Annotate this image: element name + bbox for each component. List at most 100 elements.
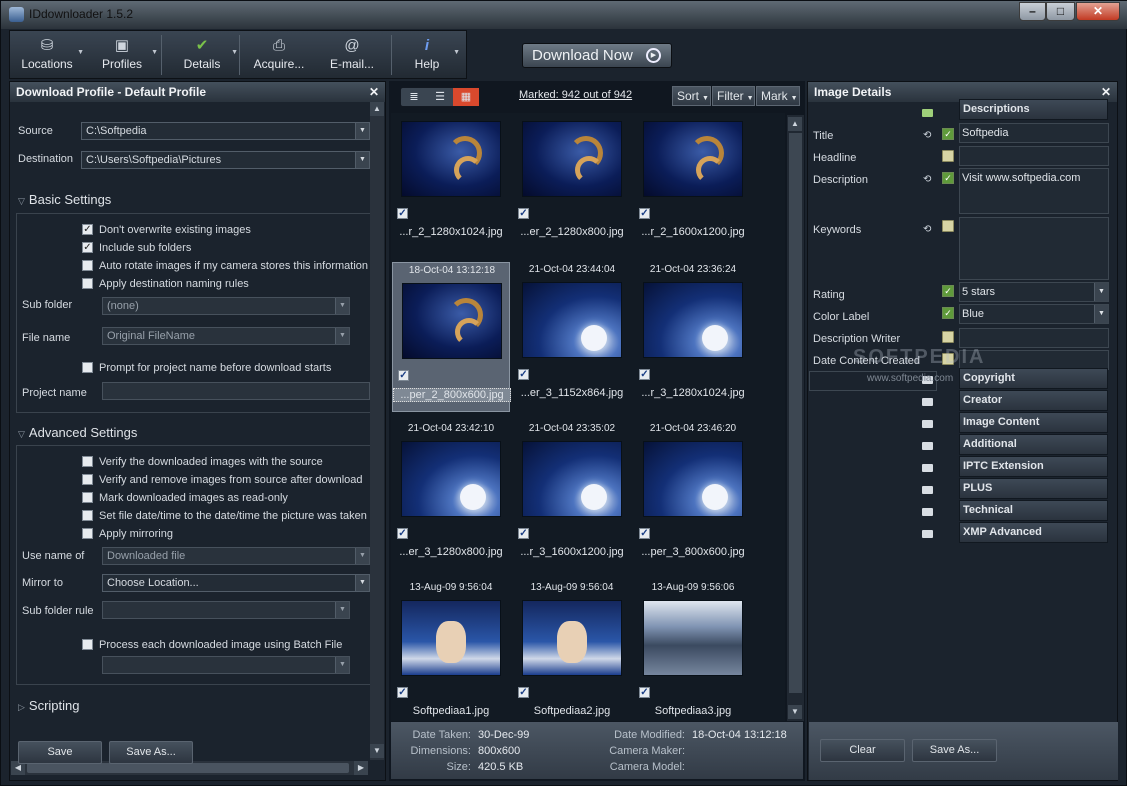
detail-field-input[interactable]: [959, 328, 1109, 348]
close-icon[interactable]: ✕: [369, 82, 379, 102]
sort-button[interactable]: Sort ▼: [672, 86, 711, 106]
thumbnail-image[interactable]: [643, 121, 743, 197]
basic-checkbox[interactable]: ✓: [82, 224, 93, 235]
save-as-button[interactable]: Save As...: [109, 741, 193, 764]
sync-icon[interactable]: ⟲: [923, 130, 931, 141]
thumbnail-item[interactable]: 18-Oct-04 13:12:18 ✓ ...per_2_800x600.jpg: [392, 262, 511, 412]
prompt-project-checkbox[interactable]: [82, 362, 93, 373]
thumbnail-image[interactable]: [643, 282, 743, 358]
advanced-checkbox[interactable]: [82, 474, 93, 485]
basic-checkbox[interactable]: [82, 260, 93, 271]
thumbnail-checkbox[interactable]: ✓: [639, 528, 650, 539]
thumbnail-checkbox[interactable]: ✓: [518, 369, 529, 380]
project-name-input[interactable]: [102, 382, 370, 400]
clear-button[interactable]: Clear: [820, 739, 905, 762]
thumbnail-checkbox[interactable]: ✓: [639, 208, 650, 219]
detail-section-tab[interactable]: XMP Advanced: [959, 522, 1108, 543]
maximize-button[interactable]: □: [1046, 2, 1075, 21]
thumbnail-item[interactable]: 13-Aug-09 9:56:04 ✓ Softpediaa1.jpg: [392, 580, 510, 721]
thumbnail-image[interactable]: [522, 441, 622, 517]
advanced-checkbox[interactable]: [82, 456, 93, 467]
thumbnail-checkbox[interactable]: ✓: [397, 528, 408, 539]
sync-icon[interactable]: ⟲: [923, 224, 931, 235]
detail-field-input[interactable]: Blue ▼: [959, 304, 1109, 324]
detail-field-input[interactable]: 5 stars ▼: [959, 282, 1109, 302]
thumbnail-checkbox[interactable]: ✓: [518, 208, 529, 219]
thumbnail-image[interactable]: [401, 441, 501, 517]
chevron-down-icon[interactable]: ▼: [335, 602, 349, 618]
thumbnail-checkbox[interactable]: ✓: [639, 687, 650, 698]
thumbnail-view-icon[interactable]: ▦: [453, 88, 479, 106]
chevron-down-icon[interactable]: ▼: [1094, 283, 1108, 301]
marked-count-link[interactable]: Marked: 942 out of 942: [519, 89, 632, 101]
chevron-down-icon[interactable]: ▼: [335, 328, 349, 344]
thumbnail-image[interactable]: [402, 283, 502, 359]
scripting-header[interactable]: ▷ Scripting: [18, 698, 80, 713]
chevron-down-icon[interactable]: ▼: [355, 575, 369, 591]
thumbnail-item[interactable]: ✓ ...r_2_1600x1200.jpg: [634, 113, 752, 261]
detail-section-tab[interactable]: Image Content: [959, 412, 1108, 433]
chevron-down-icon[interactable]: ▼: [355, 152, 369, 168]
list-view-icon[interactable]: ≣: [401, 88, 427, 106]
thumbnail-checkbox[interactable]: ✓: [397, 687, 408, 698]
basic-checkbox[interactable]: ✓: [82, 242, 93, 253]
thumbnail-image[interactable]: [522, 600, 622, 676]
left-vertical-scrollbar[interactable]: ▲ ▼: [370, 102, 384, 760]
advanced-checkbox[interactable]: [82, 492, 93, 503]
checked-field-icon[interactable]: ✓: [942, 285, 954, 297]
close-button[interactable]: ✕: [1076, 2, 1120, 21]
chevron-down-icon[interactable]: ▼: [1094, 305, 1108, 323]
thumbnail-item[interactable]: ✓ ...er_2_1280x800.jpg: [513, 113, 631, 261]
basic-checkbox[interactable]: [82, 278, 93, 289]
chevron-down-icon[interactable]: ▼: [355, 123, 369, 139]
thumbnail-item[interactable]: 21-Oct-04 23:42:10 ✓ ...er_3_1280x800.jpg: [392, 421, 510, 571]
thumbnail-checkbox[interactable]: ✓: [398, 370, 409, 381]
checked-field-icon[interactable]: ✓: [942, 172, 954, 184]
checked-field-icon[interactable]: ✓: [942, 307, 954, 319]
thumbnail-image[interactable]: [401, 600, 501, 676]
thumbnail-checkbox[interactable]: ✓: [518, 687, 529, 698]
empty-field-icon[interactable]: [942, 150, 954, 162]
filename-combo[interactable]: Original FileName ▼: [102, 327, 350, 345]
toolbar-acquire-button[interactable]: ⎙ Acquire...: [246, 31, 312, 79]
thumbnail-image[interactable]: [643, 600, 743, 676]
toolbar-email-button[interactable]: @ E-mail...: [320, 31, 384, 79]
minimize-button[interactable]: –: [1019, 2, 1046, 21]
use-name-combo[interactable]: Downloaded file ▼: [102, 547, 370, 565]
filter-button[interactable]: Filter ▼: [712, 86, 755, 106]
thumbnail-item[interactable]: 21-Oct-04 23:46:20 ✓ ...per_3_800x600.jpg: [634, 421, 752, 571]
empty-field-icon[interactable]: [942, 331, 954, 343]
sub-folder-rule-combo[interactable]: ▼: [102, 601, 350, 619]
thumbnail-image[interactable]: [522, 121, 622, 197]
chevron-down-icon[interactable]: ▼: [335, 657, 349, 673]
detail-section-tab[interactable]: Technical: [959, 500, 1108, 521]
title-bar[interactable]: IDdownloader 1.5.2 – □ ✕: [1, 1, 1127, 29]
details-view-icon[interactable]: ☰: [427, 88, 453, 106]
chevron-down-icon[interactable]: ▼: [335, 298, 349, 314]
thumbnail-checkbox[interactable]: ✓: [518, 528, 529, 539]
add-folder-icon[interactable]: [922, 109, 933, 117]
empty-field-icon[interactable]: [942, 220, 954, 232]
toolbar-locations-button[interactable]: ⛁ Locations ▼: [12, 31, 84, 79]
sync-icon[interactable]: ⟲: [923, 174, 931, 185]
batch-file-combo[interactable]: ▼: [102, 656, 350, 674]
thumbnail-image[interactable]: [401, 121, 501, 197]
thumbnail-image[interactable]: [522, 282, 622, 358]
destination-combo[interactable]: C:\Users\Softpedia\Pictures ▼: [81, 151, 370, 169]
batch-file-checkbox[interactable]: [82, 639, 93, 650]
advanced-checkbox[interactable]: [82, 510, 93, 521]
toolbar-help-button[interactable]: i Help ▼: [396, 31, 460, 79]
thumbnail-item[interactable]: 21-Oct-04 23:36:24 ✓ ...r_3_1280x1024.jpg: [634, 262, 752, 412]
detail-field-input[interactable]: [959, 217, 1109, 280]
advanced-checkbox[interactable]: [82, 528, 93, 539]
detail-section-tab[interactable]: IPTC Extension: [959, 456, 1108, 477]
save-button[interactable]: Save: [18, 741, 102, 764]
detail-section-tab[interactable]: Additional: [959, 434, 1108, 455]
thumbnail-item[interactable]: 21-Oct-04 23:35:02 ✓ ...r_3_1600x1200.jpg: [513, 421, 631, 571]
subfolder-combo[interactable]: (none) ▼: [102, 297, 350, 315]
basic-settings-header[interactable]: ▽ Basic Settings: [18, 192, 111, 207]
mirror-to-combo[interactable]: Choose Location... ▼: [102, 574, 370, 592]
detail-section-tab[interactable]: Creator: [959, 390, 1108, 411]
detail-field-input[interactable]: Softpedia: [959, 123, 1109, 143]
thumbnail-checkbox[interactable]: ✓: [397, 208, 408, 219]
